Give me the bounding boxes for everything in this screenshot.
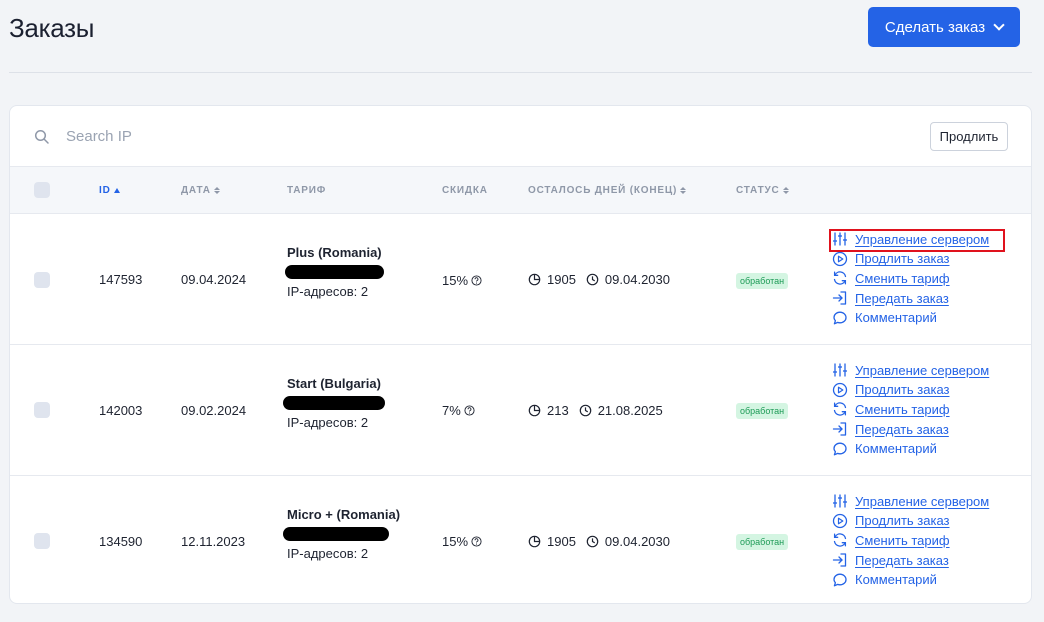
days-left: 1905 09.04.2030 [528, 272, 670, 287]
extend-button[interactable]: Продлить [930, 122, 1008, 151]
discount: 15% [442, 534, 482, 549]
change-tariff-link[interactable]: Сменить тариф [832, 532, 989, 549]
header-status[interactable]: СТАТУС [736, 185, 789, 196]
pie-clock-icon [528, 535, 541, 548]
comment-icon [833, 311, 847, 325]
sort-icon [680, 187, 687, 194]
chevron-down-icon [993, 19, 1005, 31]
orders-card: Продлить ID ДАТА ТАРИФ СКИДКА ОСТАЛОСЬ Д… [9, 105, 1032, 604]
sliders-icon [833, 363, 847, 377]
days-left: 1905 09.04.2030 [528, 534, 670, 549]
table-header: ID ДАТА ТАРИФ СКИДКА ОСТАЛОСЬ ДНЕЙ (КОНЕ… [10, 166, 1031, 214]
refresh-icon [833, 271, 847, 286]
order-date: 09.04.2024 [181, 272, 247, 287]
discount: 15% [442, 273, 482, 288]
manage-server-link[interactable]: Управление сервером [832, 362, 989, 379]
pie-clock-icon [528, 404, 541, 417]
sort-icon [782, 187, 789, 194]
status-badge: обработан [736, 403, 789, 419]
play-circle-icon [832, 382, 848, 398]
tariff-name: Micro + (Romania) [287, 507, 401, 522]
transfer-order-link[interactable]: Передать заказ [832, 290, 989, 307]
header-discount: СКИДКА [442, 185, 488, 196]
make-order-button[interactable]: Сделать заказ [868, 7, 1020, 47]
ip-count: IP-адресов: 2 [287, 415, 369, 430]
sort-asc-icon [113, 188, 120, 193]
refresh-icon [833, 533, 847, 548]
order-date: 09.02.2024 [181, 403, 247, 418]
select-all-checkbox[interactable] [34, 182, 50, 198]
status-badge: обработан [736, 534, 789, 550]
transfer-order-link[interactable]: Передать заказ [832, 552, 989, 569]
comment-link[interactable]: Комментарий [832, 571, 989, 588]
play-circle-icon [832, 251, 848, 267]
sign-in-icon [832, 553, 847, 567]
table-row: 134590 12.11.2023 Micro + (Romania) IP-а… [10, 476, 1031, 603]
discount: 7% [442, 403, 475, 418]
row-checkbox[interactable] [34, 402, 50, 418]
row-checkbox[interactable] [34, 272, 50, 288]
header-date[interactable]: ДАТА [181, 185, 220, 196]
clock-icon [586, 273, 599, 286]
row-actions: Управление сервером Продлить заказ Смени… [832, 493, 989, 588]
manage-server-link[interactable]: Управление сервером [832, 493, 989, 510]
search-input[interactable] [66, 124, 466, 148]
transfer-order-link[interactable]: Передать заказ [832, 421, 989, 438]
row-checkbox[interactable] [34, 533, 50, 549]
sort-icon [213, 187, 220, 194]
header-tariff: ТАРИФ [287, 185, 327, 196]
order-id: 142003 [99, 403, 143, 418]
divider [9, 72, 1032, 73]
redacted-block [283, 527, 389, 541]
days-left: 213 21.08.2025 [528, 403, 663, 418]
comment-link[interactable]: Комментарий [832, 309, 989, 326]
redacted-block [283, 396, 385, 410]
row-actions: Управление сервером Продлить заказ Смени… [832, 362, 989, 457]
tariff-name: Start (Bulgaria) [287, 376, 381, 391]
ip-count: IP-адресов: 2 [287, 284, 369, 299]
extend-order-link[interactable]: Продлить заказ [832, 382, 989, 399]
comment-icon [833, 442, 847, 456]
comment-icon [833, 573, 847, 587]
table-row: 142003 09.02.2024 Start (Bulgaria) IP-ад… [10, 345, 1031, 476]
play-circle-icon [832, 513, 848, 529]
order-id: 147593 [99, 272, 143, 287]
page-title: Заказы [9, 13, 95, 43]
search-bar: Продлить [10, 106, 1031, 166]
sign-in-icon [832, 291, 847, 305]
header-id[interactable]: ID [99, 185, 120, 196]
search-icon [34, 129, 49, 144]
ip-count: IP-адресов: 2 [287, 546, 369, 561]
order-id: 134590 [99, 534, 143, 549]
clock-icon [586, 535, 599, 548]
extend-order-link[interactable]: Продлить заказ [832, 513, 989, 530]
pie-clock-icon [528, 273, 541, 286]
question-icon[interactable] [471, 536, 482, 547]
sliders-icon [833, 494, 847, 508]
extend-order-link[interactable]: Продлить заказ [832, 251, 989, 268]
redacted-block [285, 265, 384, 279]
header-days-left[interactable]: ОСТАЛОСЬ ДНЕЙ (КОНЕЦ) [528, 185, 687, 196]
clock-icon [579, 404, 592, 417]
change-tariff-link[interactable]: Сменить тариф [832, 401, 989, 418]
sign-in-icon [832, 422, 847, 436]
question-icon[interactable] [464, 405, 475, 416]
highlight-box [829, 229, 1005, 252]
question-icon[interactable] [471, 275, 482, 286]
comment-link[interactable]: Комментарий [832, 440, 989, 457]
refresh-icon [833, 402, 847, 417]
order-date: 12.11.2023 [181, 534, 246, 549]
tariff-name: Plus (Romania) [287, 245, 382, 260]
make-order-label: Сделать заказ [884, 18, 986, 36]
status-badge: обработан [736, 273, 789, 289]
change-tariff-link[interactable]: Сменить тариф [832, 270, 989, 287]
